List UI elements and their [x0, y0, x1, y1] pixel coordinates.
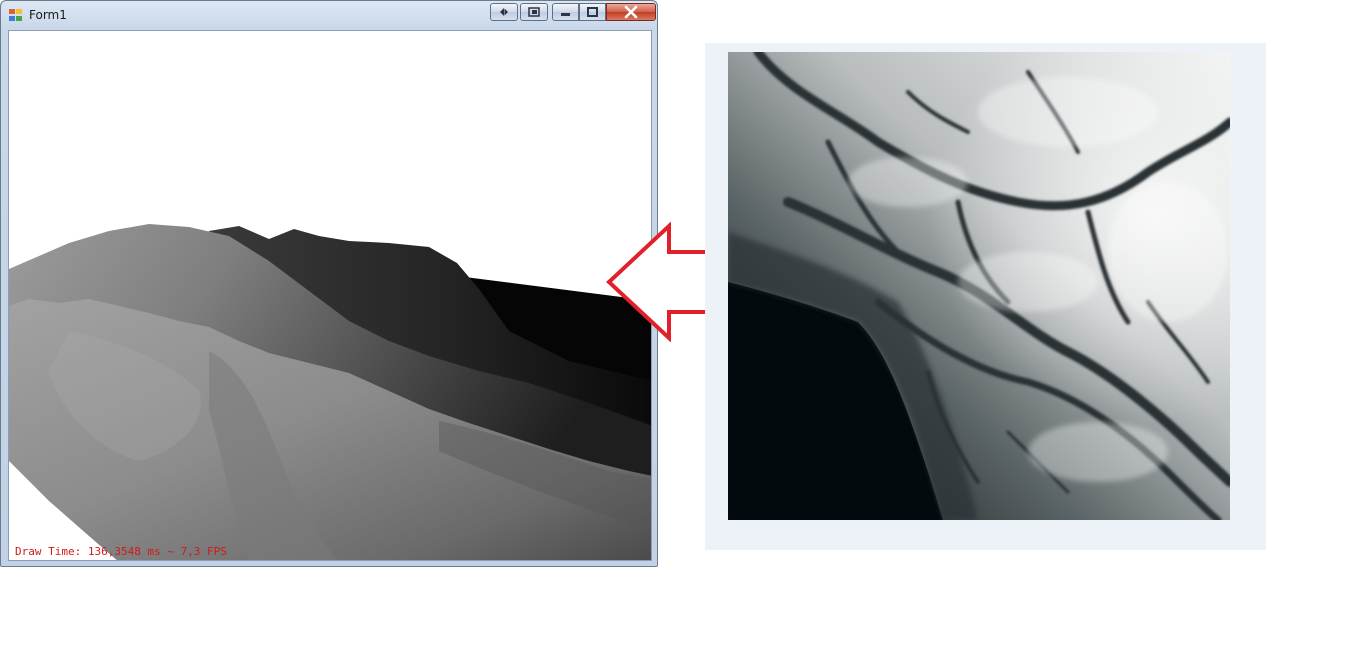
close-icon	[624, 5, 638, 19]
maximize-button[interactable]	[579, 3, 606, 21]
heightmap-image	[728, 52, 1230, 520]
heightmap-graphic	[728, 52, 1230, 520]
minimize-icon	[561, 13, 570, 16]
dock-button[interactable]	[520, 3, 548, 21]
window-controls	[552, 3, 656, 21]
dock-icon	[528, 7, 540, 17]
maximize-icon	[587, 7, 598, 17]
minimize-button[interactable]	[552, 3, 579, 21]
render-viewport[interactable]: Draw Time: 136,3548 ms ~ 7,3 FPS	[8, 30, 652, 561]
extra-caption-buttons	[490, 3, 548, 21]
draw-time-status: Draw Time: 136,3548 ms ~ 7,3 FPS	[15, 545, 227, 558]
app-icon[interactable]	[9, 9, 22, 21]
app-window: Form1 Draw Time: 136,3548 ms ~ 7,3 FPS	[0, 0, 658, 567]
nav-arrows-icon	[500, 8, 508, 16]
nav-arrows-button[interactable]	[490, 3, 518, 21]
window-title: Form1	[29, 8, 67, 22]
close-button[interactable]	[606, 3, 656, 21]
heightmap-panel	[705, 43, 1266, 550]
terrain-render	[9, 224, 651, 560]
title-bar[interactable]: Form1	[1, 1, 657, 29]
